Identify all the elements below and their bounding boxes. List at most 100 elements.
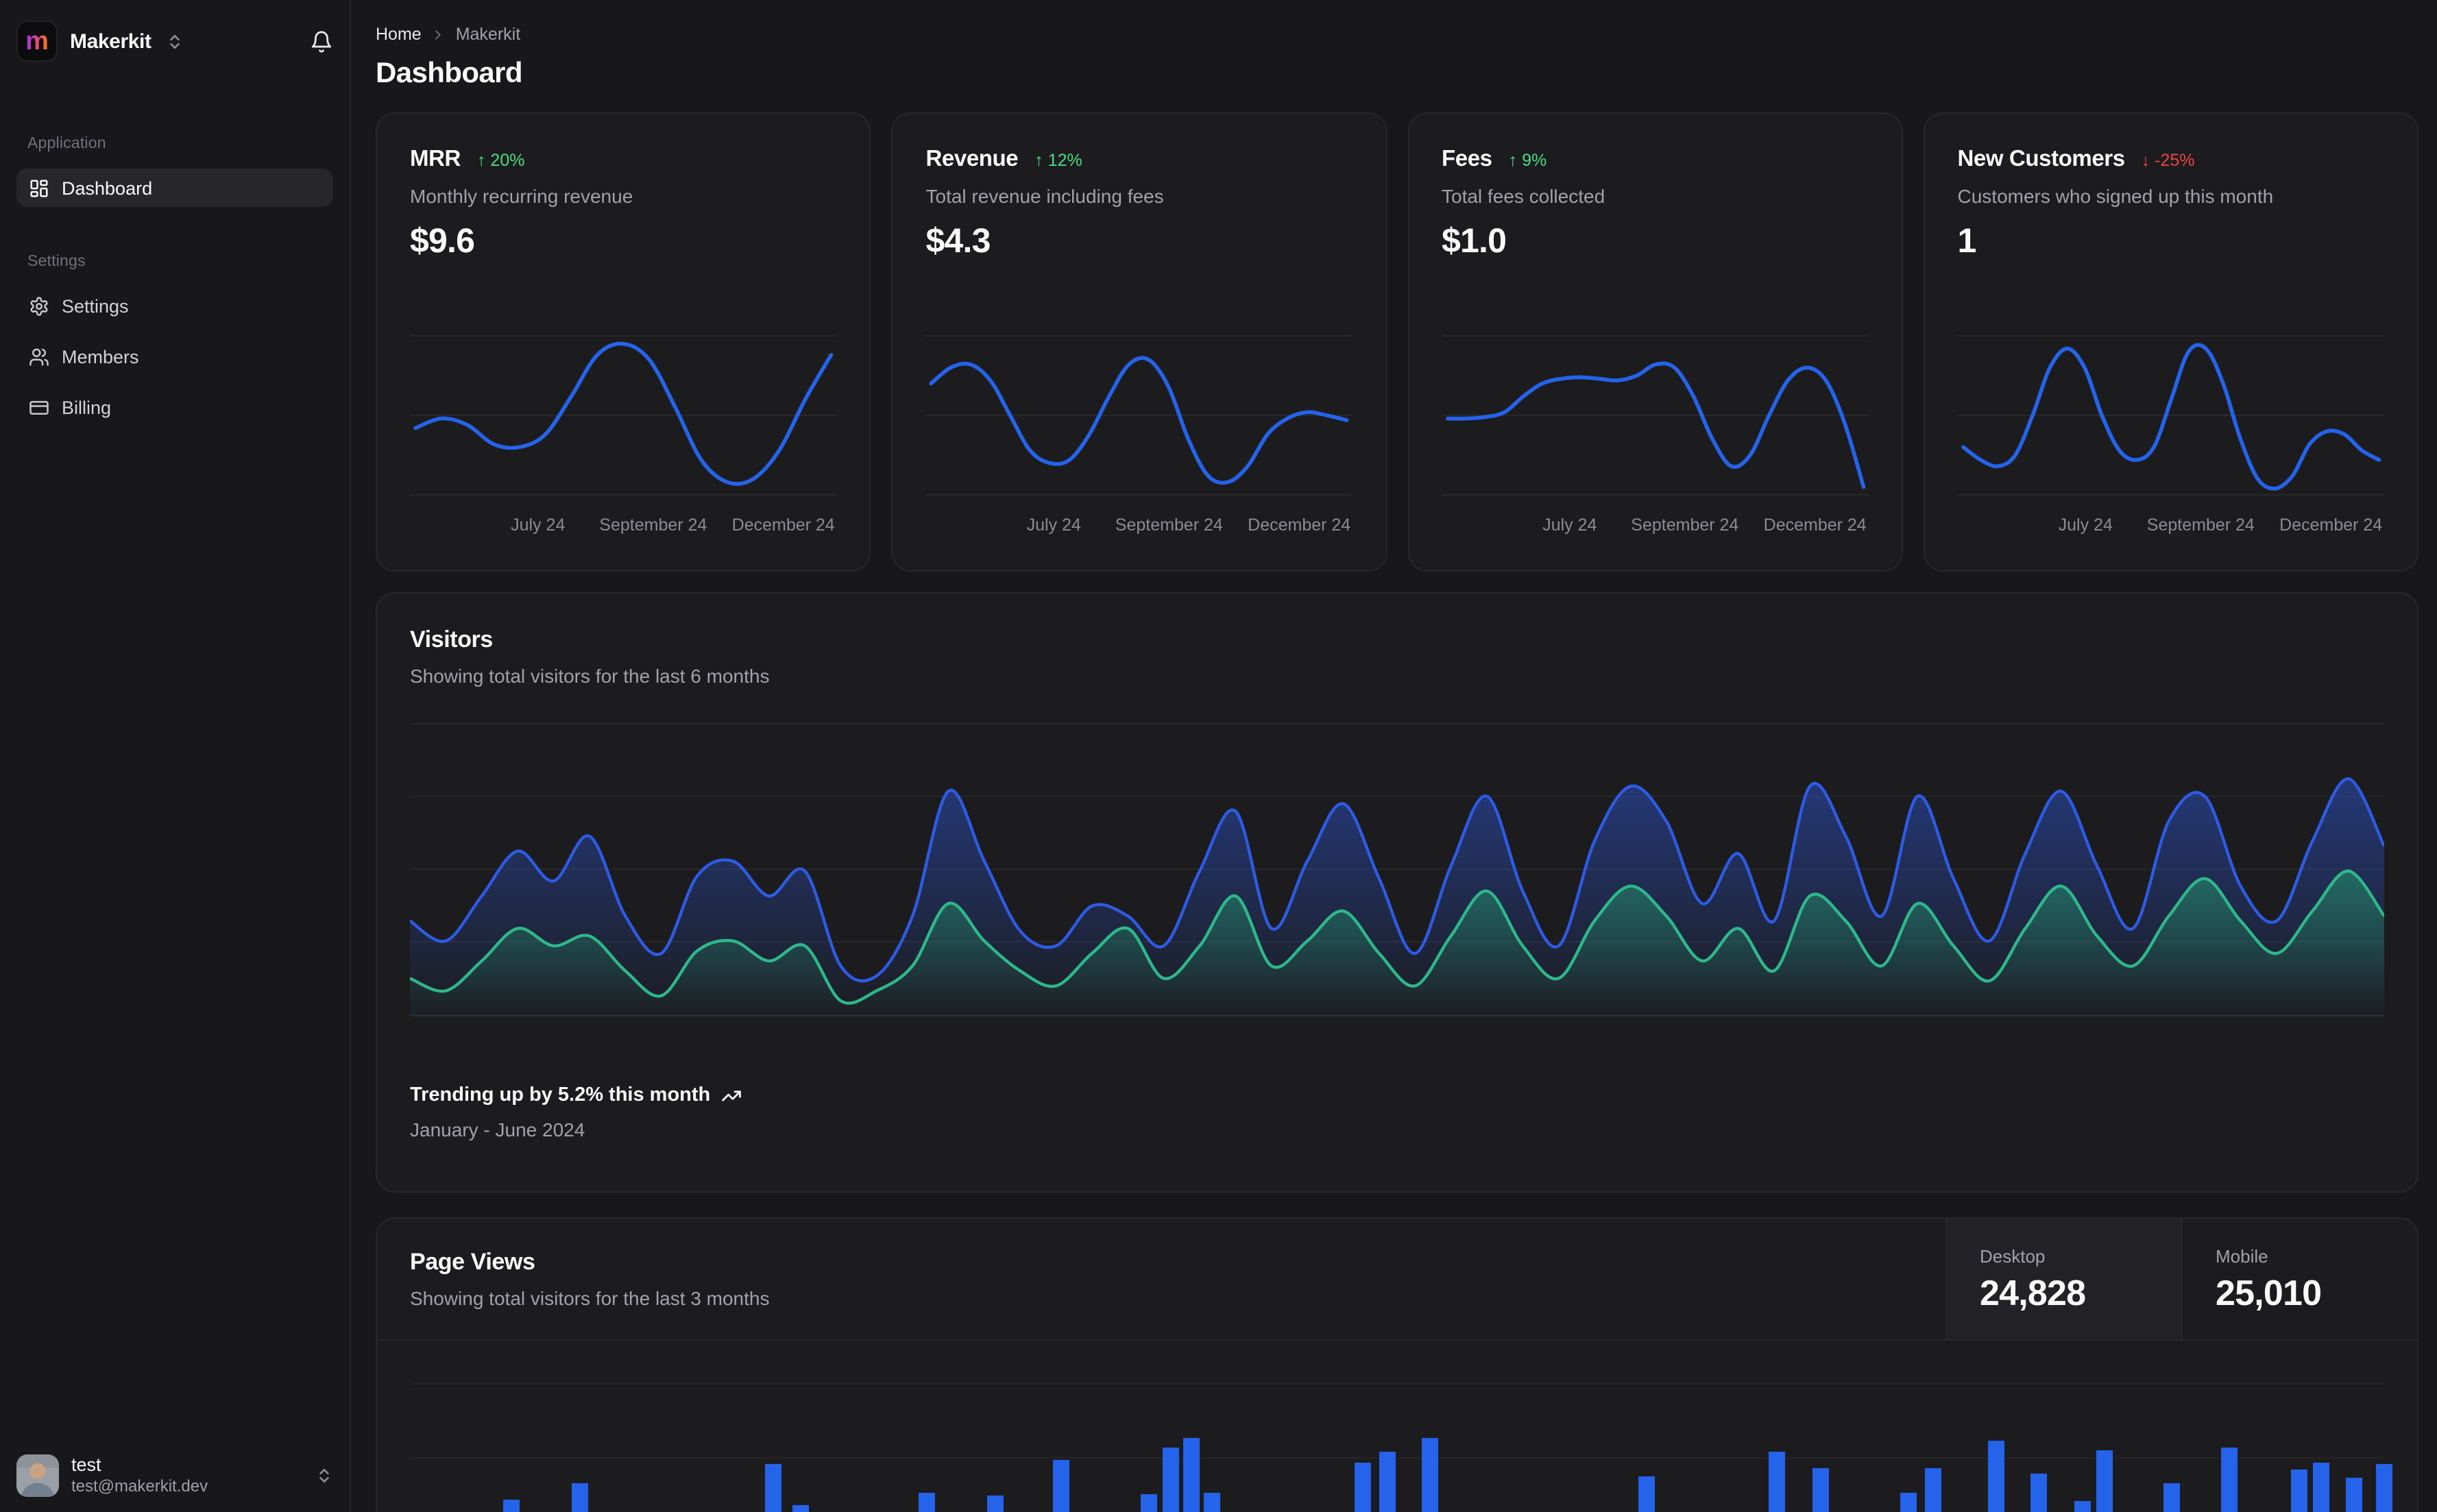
stat-title: MRR	[410, 147, 461, 171]
sparkline-chart: July 24 September 24 December 24	[925, 297, 1353, 537]
stat-value: $4.3	[925, 222, 991, 260]
x-tick: July 24	[1542, 515, 1597, 535]
sidebar-nav: Application Dashboard Settings Settings …	[16, 136, 333, 426]
stat-subtitle: Monthly recurring revenue	[410, 185, 633, 207]
bar	[792, 1505, 809, 1512]
fees-sparkline	[1442, 335, 1869, 496]
x-tick: September 24	[599, 515, 707, 535]
visitors-subtitle: Showing total visitors for the last 6 mo…	[410, 665, 770, 687]
user-email: test@makerkit.dev	[71, 1476, 208, 1496]
toggle-mobile[interactable]: Mobile 25,010	[2181, 1219, 2417, 1339]
bar	[1053, 1460, 1069, 1512]
sidebar-item-label: Dashboard	[62, 178, 153, 198]
bar	[1769, 1452, 1785, 1512]
bar	[1379, 1452, 1396, 1512]
sidebar-item-members[interactable]: Members	[16, 337, 333, 376]
x-axis-labels: July 24 September 24 December 24	[1958, 515, 2385, 537]
stat-subtitle: Total fees collected	[1442, 185, 1605, 207]
page-views-title: Page Views	[410, 1249, 535, 1275]
visitors-footer: Trending up by 5.2% this month January -…	[410, 1084, 2384, 1141]
x-axis-labels: July 24 September 24 December 24	[1442, 515, 1869, 537]
sidebar-item-billing[interactable]: Billing	[16, 388, 333, 426]
toggle-desktop[interactable]: Desktop 24,828	[1945, 1219, 2181, 1339]
trend-badge: ↑ 9%	[1508, 150, 1547, 169]
bar	[2030, 1474, 2047, 1512]
bar	[1638, 1476, 1655, 1512]
main-content: Home Makerkit Dashboard MRR ↑ 20% Monthl…	[351, 0, 2437, 1512]
stat-card-new-customers: New Customers ↓ -25% Customers who signe…	[1923, 112, 2418, 572]
gear-icon	[29, 295, 49, 316]
stat-title: Fees	[1442, 147, 1492, 171]
bar	[2074, 1501, 2091, 1512]
users-icon	[29, 346, 49, 367]
makerkit-logo[interactable]: m	[16, 21, 58, 62]
sparkline-chart: July 24 September 24 December 24	[1957, 297, 2385, 537]
breadcrumb-home[interactable]: Home	[376, 25, 422, 44]
user-meta: test test@makerkit.dev	[71, 1454, 208, 1497]
bar	[2376, 1464, 2392, 1512]
bar	[1204, 1493, 1220, 1512]
bar	[1812, 1468, 1829, 1512]
gridline	[410, 1457, 2384, 1459]
stats-grid: MRR ↑ 20% Monthly recurring revenue $9.6…	[376, 112, 2418, 572]
app-root: m Makerkit Application Dashboard Setting…	[0, 0, 2437, 1512]
user-menu[interactable]: test test@makerkit.dev	[16, 1454, 333, 1497]
bar	[1183, 1438, 1200, 1512]
x-tick: July 24	[511, 515, 566, 535]
bar	[2163, 1483, 2180, 1512]
bar	[1422, 1438, 1438, 1512]
bar	[2346, 1478, 2362, 1512]
trend-badge: ↓ -25%	[2141, 150, 2195, 169]
bar	[1900, 1493, 1917, 1512]
visitors-date-range: January - June 2024	[410, 1119, 585, 1141]
visitors-title: Visitors	[410, 626, 493, 653]
chevrons-up-down-icon[interactable]	[167, 32, 184, 50]
user-name: test	[71, 1454, 101, 1475]
sidebar-item-label: Members	[62, 346, 139, 367]
visitors-card: Visitors Showing total visitors for the …	[376, 592, 2418, 1193]
revenue-sparkline	[925, 335, 1353, 496]
sparkline-chart: July 24 September 24 December 24	[410, 297, 837, 537]
x-tick: December 24	[2279, 515, 2383, 535]
bell-icon[interactable]	[310, 29, 333, 53]
breadcrumb: Home Makerkit	[376, 22, 2418, 47]
x-axis-labels: July 24 September 24 December 24	[410, 515, 837, 537]
stat-value: $1.0	[1442, 222, 1507, 260]
bar	[1163, 1448, 1179, 1512]
stat-card-fees: Fees ↑ 9% Total fees collected $1.0 July…	[1407, 112, 1903, 572]
trending-up-icon	[721, 1085, 742, 1106]
bar	[919, 1493, 935, 1512]
nav-section-settings: Settings	[27, 254, 86, 270]
sidebar-item-label: Billing	[62, 397, 112, 417]
credit-card-icon	[29, 397, 49, 417]
bar	[2313, 1463, 2329, 1512]
x-tick: December 24	[731, 515, 835, 535]
gridline	[410, 1383, 2384, 1385]
page-views-card: Page Views Showing total visitors for th…	[376, 1217, 2418, 1512]
page-views-header: Page Views Showing total visitors for th…	[377, 1219, 2417, 1341]
bar	[503, 1500, 520, 1512]
dashboard-icon	[29, 178, 49, 198]
chevrons-up-down-icon[interactable]	[315, 1467, 333, 1485]
stat-subtitle: Total revenue including fees	[925, 185, 1164, 207]
x-tick: December 24	[1248, 515, 1351, 535]
avatar	[16, 1454, 59, 1497]
nav-section-application: Application	[27, 136, 106, 152]
bar	[765, 1464, 781, 1512]
sidebar-item-settings[interactable]: Settings	[16, 286, 333, 325]
bar	[2291, 1470, 2307, 1512]
stat-value: $9.6	[410, 222, 475, 260]
stat-title: Revenue	[925, 147, 1019, 171]
x-tick: July 24	[1026, 515, 1081, 535]
bar	[1925, 1468, 1941, 1512]
toggle-label: Mobile	[2216, 1246, 2268, 1267]
sidebar-item-dashboard[interactable]: Dashboard	[16, 169, 333, 207]
x-axis-labels: July 24 September 24 December 24	[926, 515, 1353, 537]
trend-badge: ↑ 12%	[1034, 150, 1082, 169]
workspace-name[interactable]: Makerkit	[70, 29, 151, 53]
mrr-sparkline	[410, 335, 837, 496]
stat-title: New Customers	[1957, 147, 2126, 171]
trend-badge: ↑ 20%	[476, 150, 525, 169]
page-title: Dashboard	[376, 58, 523, 89]
bar	[572, 1483, 588, 1512]
